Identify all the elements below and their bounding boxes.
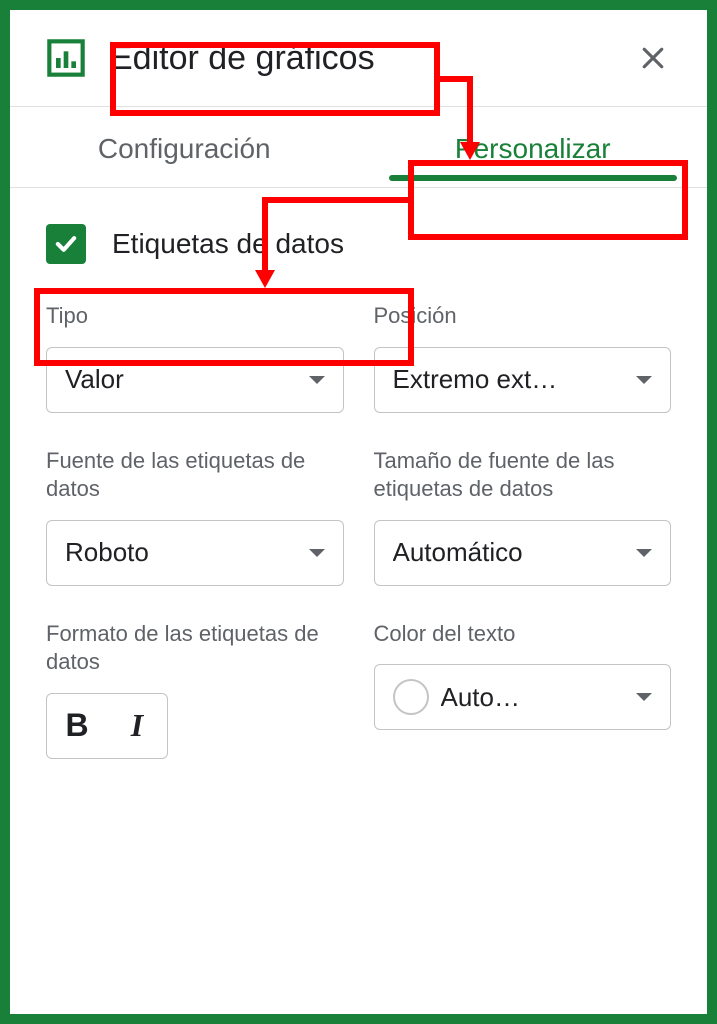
label-tipo: Tipo [46, 302, 344, 331]
label-fuente: Fuente de las etiquetas de datos [46, 447, 344, 504]
label-color-texto: Color del texto [374, 620, 672, 649]
label-formato: Formato de las etiquetas de datos [46, 620, 344, 677]
italic-button[interactable]: I [107, 694, 167, 758]
chevron-down-icon [636, 693, 652, 701]
tab-personalizar[interactable]: Personalizar [359, 107, 708, 187]
field-tamano-fuente: Tamaño de fuente de las etiquetas de dat… [374, 447, 672, 586]
label-tamano-fuente: Tamaño de fuente de las etiquetas de dat… [374, 447, 672, 504]
label-posicion: Posición [374, 302, 672, 331]
chevron-down-icon [636, 376, 652, 384]
chevron-down-icon [309, 549, 325, 557]
panel-title: Editor de gráficos [110, 39, 375, 78]
field-formato: Formato de las etiquetas de datos B I [46, 620, 344, 759]
tabs: Configuración Personalizar [10, 107, 707, 188]
bold-button[interactable]: B [47, 694, 107, 758]
select-tamano-fuente-value: Automático [393, 537, 627, 568]
field-posicion: Posición Extremo ext… [374, 302, 672, 413]
close-icon [638, 43, 668, 73]
field-tipo: Tipo Valor [46, 302, 344, 413]
data-labels-section: Etiquetas de datos [10, 188, 707, 264]
chevron-down-icon [309, 376, 325, 384]
panel-header: Editor de gráficos [10, 10, 707, 107]
color-swatch-icon [393, 679, 429, 715]
tab-configuracion[interactable]: Configuración [10, 107, 359, 187]
select-color-texto[interactable]: Auto… [374, 664, 672, 730]
close-button[interactable] [635, 40, 671, 76]
data-labels-label: Etiquetas de datos [112, 228, 344, 260]
chevron-down-icon [636, 549, 652, 557]
select-tipo[interactable]: Valor [46, 347, 344, 413]
data-labels-checkbox[interactable] [46, 224, 86, 264]
select-posicion-value: Extremo ext… [393, 364, 627, 395]
select-tipo-value: Valor [65, 364, 299, 395]
select-tamano-fuente[interactable]: Automático [374, 520, 672, 586]
select-fuente[interactable]: Roboto [46, 520, 344, 586]
fields-grid: Tipo Valor Posición Extremo ext… Fuente … [10, 302, 707, 759]
field-fuente: Fuente de las etiquetas de datos Roboto [46, 447, 344, 586]
format-buttons: B I [46, 693, 168, 759]
select-fuente-value: Roboto [65, 537, 299, 568]
select-color-texto-value: Auto… [441, 682, 627, 713]
field-color-texto: Color del texto Auto… [374, 620, 672, 759]
chart-icon [46, 38, 86, 78]
select-posicion[interactable]: Extremo ext… [374, 347, 672, 413]
check-icon [52, 230, 80, 258]
